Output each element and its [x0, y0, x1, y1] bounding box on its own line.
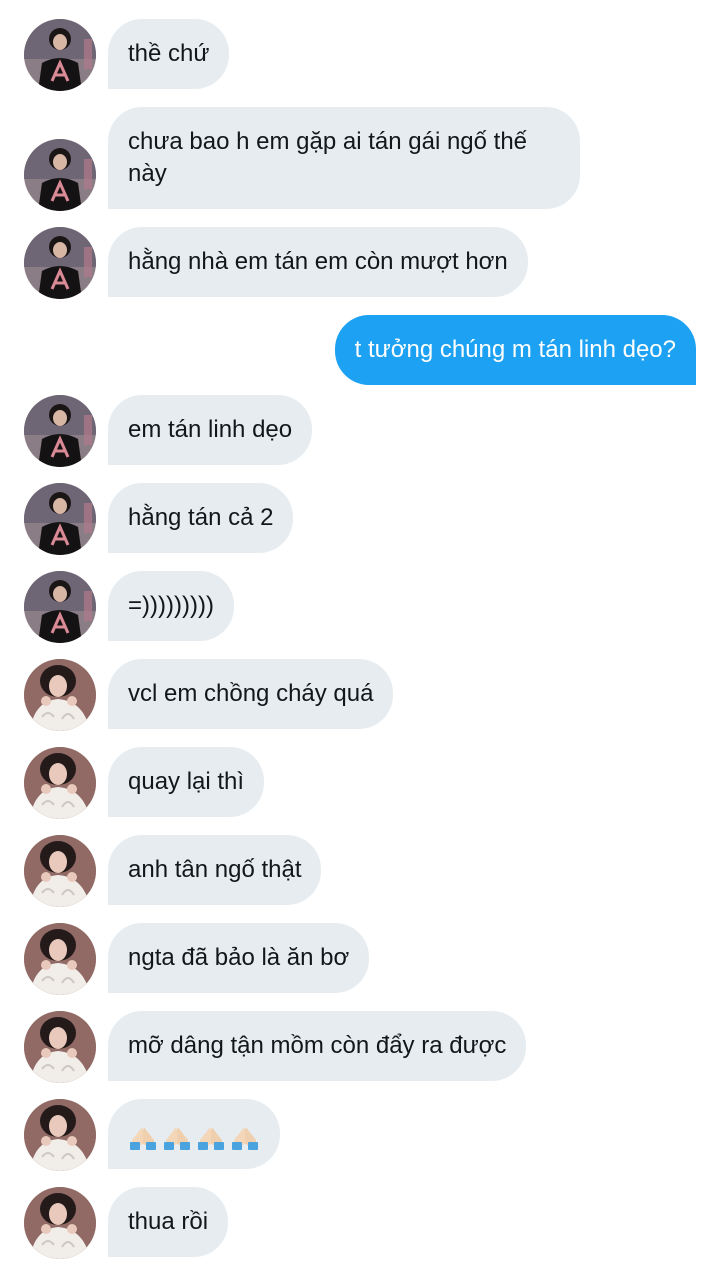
message-bubble-incoming[interactable]: chưa bao h em gặp ai tán gái ngố thế này: [108, 107, 580, 209]
message-bubble-incoming[interactable]: [108, 1099, 280, 1169]
message-bubble-incoming[interactable]: =))))))))): [108, 571, 234, 641]
avatar[interactable]: [24, 923, 96, 995]
avatar[interactable]: [24, 139, 96, 211]
avatar[interactable]: [24, 19, 96, 91]
message-bubble-incoming[interactable]: thua rồi: [108, 1187, 229, 1257]
avatar[interactable]: [24, 1011, 96, 1083]
avatar[interactable]: [24, 1099, 96, 1171]
avatar[interactable]: [24, 835, 96, 907]
message-bubble-incoming[interactable]: vcl em chồng cháy quá: [108, 659, 394, 729]
message-bubble-incoming[interactable]: quay lại thì: [108, 747, 265, 817]
folded-hands-icon: [128, 1120, 158, 1150]
avatar[interactable]: [24, 483, 96, 555]
message-bubble-incoming[interactable]: ngta đã bảo là ăn bơ: [108, 923, 370, 993]
avatar[interactable]: [24, 659, 96, 731]
avatar[interactable]: [24, 227, 96, 299]
avatar[interactable]: [24, 571, 96, 643]
message-bubble-incoming[interactable]: hằng nhà em tán em còn mượt hơn: [108, 227, 528, 297]
avatar[interactable]: [24, 747, 96, 819]
message-bubble-incoming[interactable]: thề chứ: [108, 19, 230, 89]
folded-hands-icon: [162, 1120, 192, 1150]
avatar[interactable]: [24, 1187, 96, 1259]
folded-hands-icon: [196, 1120, 226, 1150]
message-bubble-incoming[interactable]: hằng tán cả 2: [108, 483, 294, 553]
message-bubble-incoming[interactable]: anh tân ngố thật: [108, 835, 322, 905]
message-bubble-incoming[interactable]: mỡ dâng tận mồm còn đẩy ra được: [108, 1011, 527, 1081]
message-bubble-outgoing[interactable]: t tưởng chúng m tán linh dẹo?: [334, 315, 696, 385]
avatar[interactable]: [24, 395, 96, 467]
folded-hands-icon: [230, 1120, 260, 1150]
message-bubble-incoming[interactable]: em tán linh dẹo: [108, 395, 313, 465]
